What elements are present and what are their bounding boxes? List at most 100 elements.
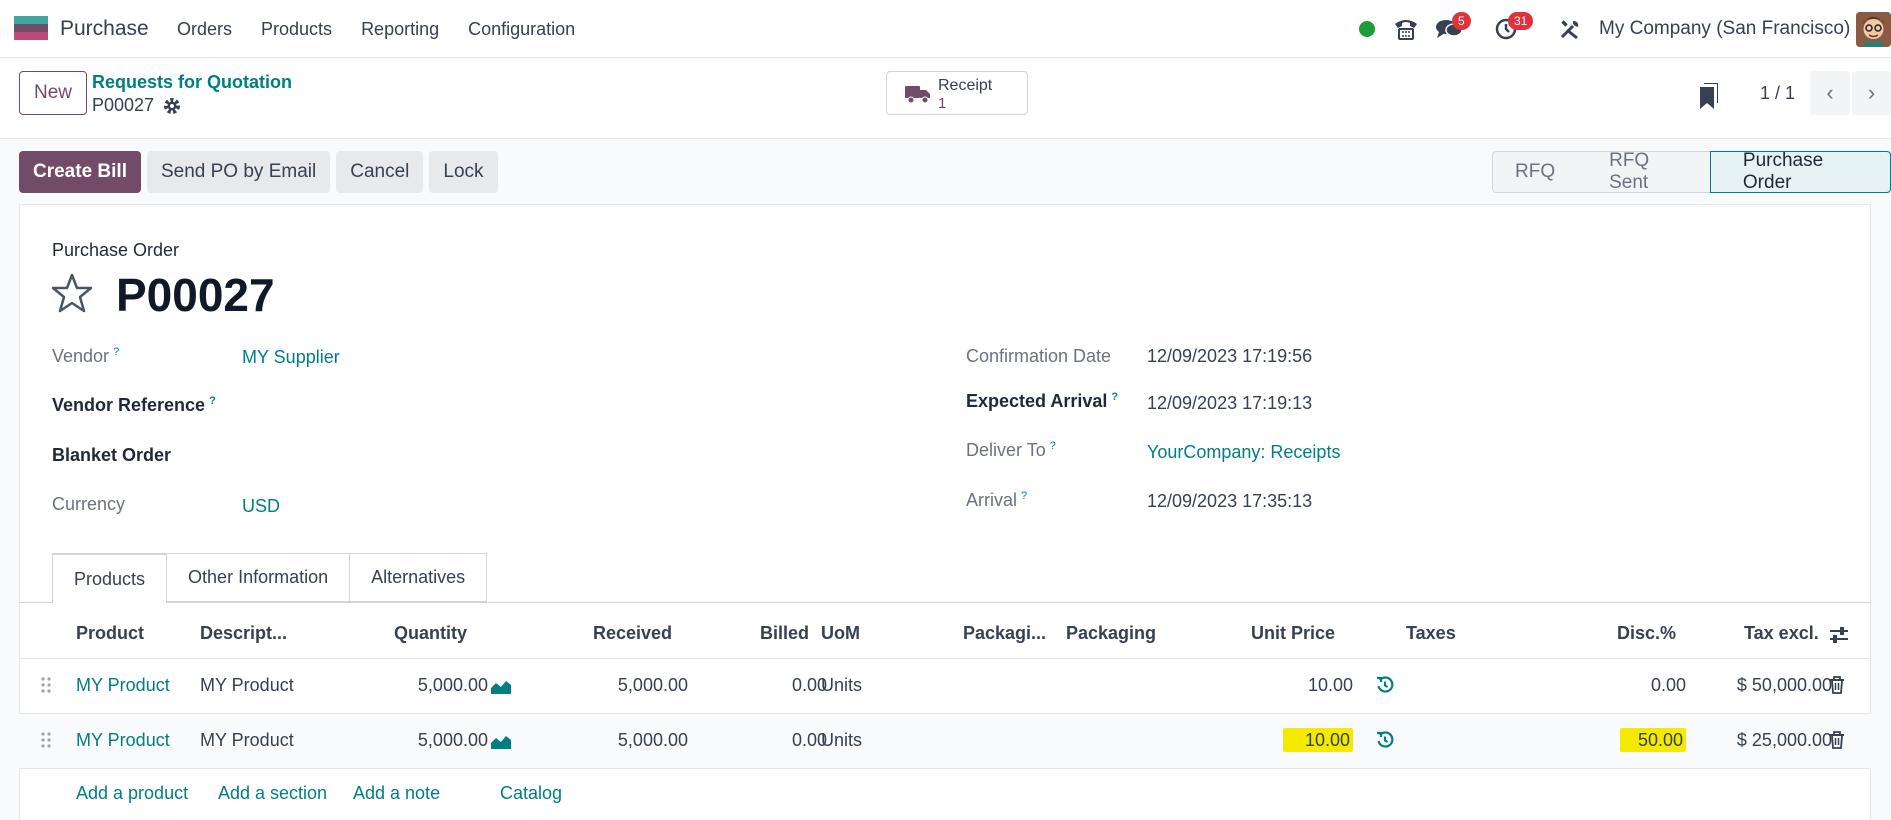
tab-other-information[interactable]: Other Information xyxy=(167,553,351,602)
receipt-label: Receipt xyxy=(938,77,993,94)
revert-price-icon[interactable] xyxy=(1376,731,1394,749)
optional-columns-icon[interactable] xyxy=(1829,626,1849,644)
column-billed[interactable]: Billed xyxy=(760,623,809,644)
menu-orders[interactable]: Orders xyxy=(177,19,232,40)
help-tooltip-icon[interactable]: ? xyxy=(1050,440,1056,452)
star-icon[interactable] xyxy=(51,273,93,313)
expected-arrival-label: Expected Arrival? xyxy=(966,391,1119,411)
menu-reporting[interactable]: Reporting xyxy=(361,19,439,40)
help-tooltip-icon[interactable]: ? xyxy=(209,395,216,407)
menu-configuration[interactable]: Configuration xyxy=(468,19,575,40)
arrival-label: Arrival? xyxy=(966,490,1028,510)
table-row[interactable]: MY Product MY Product 5,000.00 5,000.00 … xyxy=(19,714,1871,769)
highlight-mark: 50.00 xyxy=(1619,728,1686,752)
line-received[interactable]: 5,000.00 xyxy=(569,675,688,696)
breadcrumb-current: P00027 xyxy=(92,95,155,115)
user-avatar[interactable] xyxy=(1856,12,1891,47)
vendor-field[interactable]: MY Supplier xyxy=(242,347,340,368)
line-product[interactable]: MY Product xyxy=(76,675,170,696)
breadcrumb-parent[interactable]: Requests for Quotation xyxy=(92,72,292,93)
line-uom[interactable]: Units xyxy=(821,675,862,696)
line-received[interactable]: 5,000.00 xyxy=(569,730,688,751)
line-quantity[interactable]: 5,000.00 xyxy=(379,675,488,696)
blanket-order-label: Blanket Order xyxy=(52,445,172,465)
pager-value[interactable]: 1 / 1 xyxy=(1760,83,1795,104)
drag-handle-icon[interactable] xyxy=(41,731,51,749)
line-discount[interactable]: 50.00 xyxy=(1579,728,1686,752)
forecast-chart-icon[interactable] xyxy=(490,678,512,694)
confirmation-date-label: Confirmation Date xyxy=(966,346,1112,366)
column-description[interactable]: Descript... xyxy=(200,623,287,644)
stage-purchase-order[interactable]: Purchase Order xyxy=(1709,150,1891,193)
help-tooltip-icon[interactable]: ? xyxy=(1111,391,1118,403)
debug-tools-icon[interactable] xyxy=(1559,18,1581,40)
line-billed: 0.00 xyxy=(791,730,827,750)
revert-price-icon[interactable] xyxy=(1376,676,1394,694)
column-product[interactable]: Product xyxy=(76,623,144,644)
receipt-count: 1 xyxy=(938,95,947,112)
tabs-divider xyxy=(19,602,1871,603)
add-product-link[interactable]: Add a product xyxy=(76,783,188,804)
truck-icon xyxy=(905,86,930,104)
pager-next-button[interactable]: › xyxy=(1852,71,1891,115)
column-discount[interactable]: Disc.% xyxy=(1617,623,1676,644)
forecast-chart-icon[interactable] xyxy=(490,733,512,749)
line-uom[interactable]: Units xyxy=(821,730,862,751)
create-bill-button[interactable]: Create Bill xyxy=(19,151,141,193)
company-switcher[interactable]: My Company (San Francisco) xyxy=(1599,18,1850,40)
drag-handle-icon[interactable] xyxy=(41,676,51,694)
line-description[interactable]: MY Product xyxy=(200,675,294,696)
deliver-to-field[interactable]: YourCompany: Receipts xyxy=(1147,442,1340,463)
expected-arrival-field[interactable]: 12/09/2023 17:19:13 xyxy=(1147,393,1312,414)
column-uom[interactable]: UoM xyxy=(821,623,860,644)
tab-products[interactable]: Products xyxy=(52,553,168,603)
lock-button[interactable]: Lock xyxy=(429,151,498,193)
vendor-label: Vendor? xyxy=(52,346,120,366)
receipt-smart-button[interactable]: Receipt 1 xyxy=(886,71,1028,115)
line-unit-price[interactable]: 10.00 xyxy=(1229,728,1353,752)
cancel-button[interactable]: Cancel xyxy=(336,151,424,193)
column-packaging[interactable]: Packaging xyxy=(1066,623,1156,644)
column-taxes[interactable]: Taxes xyxy=(1406,623,1456,644)
activities-count-badge: 31 xyxy=(1508,12,1534,30)
gear-icon[interactable] xyxy=(163,97,181,115)
currency-field[interactable]: USD xyxy=(242,496,280,517)
table-row[interactable]: MY Product MY Product 5,000.00 5,000.00 … xyxy=(19,659,1871,714)
catalog-link[interactable]: Catalog xyxy=(500,783,562,804)
line-billed: 0.00 xyxy=(791,675,827,695)
messages-count-badge: 5 xyxy=(1452,12,1471,30)
pager-previous-button[interactable]: ‹ xyxy=(1810,71,1850,115)
online-status-icon xyxy=(1359,21,1375,37)
trash-icon[interactable] xyxy=(1829,731,1845,749)
stage-rfq-sent[interactable]: RFQ Sent xyxy=(1577,150,1710,193)
column-unit-price[interactable]: Unit Price xyxy=(1251,623,1335,644)
trash-icon[interactable] xyxy=(1829,676,1845,694)
line-product[interactable]: MY Product xyxy=(76,730,170,751)
new-button[interactable]: New xyxy=(19,71,87,115)
column-packaging-qty[interactable]: Packagi... xyxy=(963,623,1046,644)
line-unit-price[interactable]: 10.00 xyxy=(1229,675,1353,696)
column-received[interactable]: Received xyxy=(593,623,672,644)
menu-products[interactable]: Products xyxy=(261,19,332,40)
bookmark-icon[interactable] xyxy=(1700,83,1718,109)
line-quantity[interactable]: 5,000.00 xyxy=(379,730,488,751)
tab-alternatives[interactable]: Alternatives xyxy=(350,553,488,602)
line-description[interactable]: MY Product xyxy=(200,730,294,751)
help-tooltip-icon[interactable]: ? xyxy=(113,346,119,358)
add-note-link[interactable]: Add a note xyxy=(353,783,440,804)
column-quantity[interactable]: Quantity xyxy=(394,623,467,644)
confirmation-date-field[interactable]: 12/09/2023 17:19:56 xyxy=(1147,346,1312,367)
arrival-field[interactable]: 12/09/2023 17:35:13 xyxy=(1147,491,1312,512)
purchase-app-icon[interactable] xyxy=(14,16,48,40)
currency-label: Currency xyxy=(52,494,126,514)
column-tax-excl[interactable]: Tax excl. xyxy=(1744,623,1819,644)
add-section-link[interactable]: Add a section xyxy=(218,783,327,804)
deliver-to-label: Deliver To? xyxy=(966,440,1056,460)
app-name[interactable]: Purchase xyxy=(60,17,149,41)
send-po-email-button[interactable]: Send PO by Email xyxy=(146,151,331,193)
help-tooltip-icon[interactable]: ? xyxy=(1021,490,1027,502)
line-discount[interactable]: 0.00 xyxy=(1579,675,1686,696)
phone-icon[interactable] xyxy=(1393,17,1419,41)
stage-rfq[interactable]: RFQ xyxy=(1492,151,1578,193)
top-navbar: Purchase Orders Products Reporting Confi… xyxy=(0,0,1891,58)
